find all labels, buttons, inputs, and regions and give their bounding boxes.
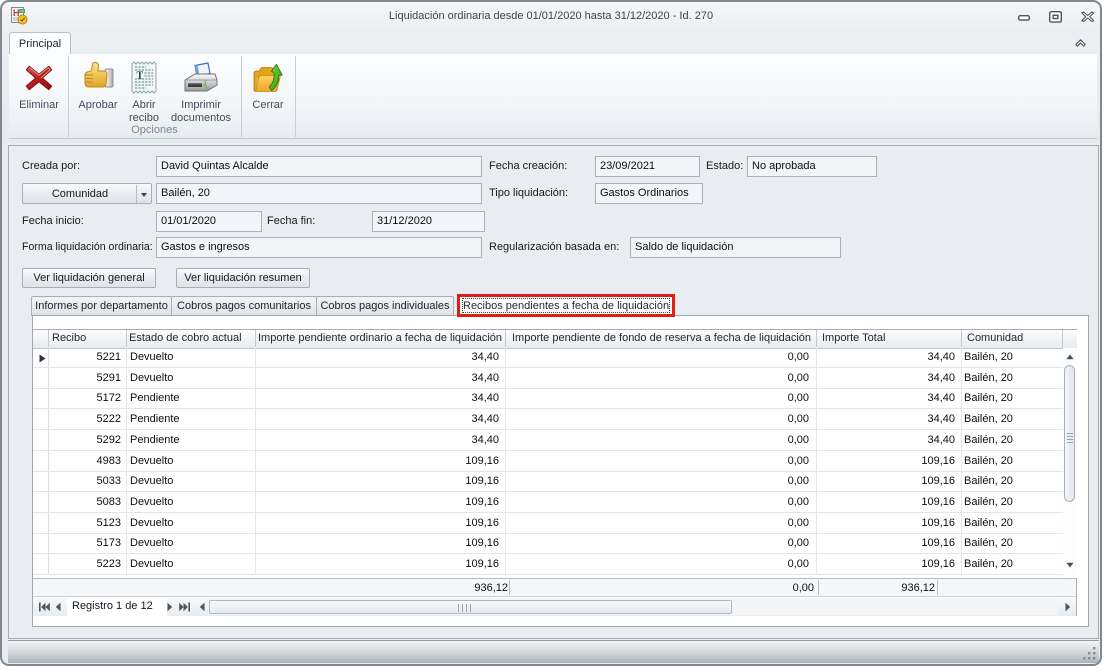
svg-text:T: T [137, 71, 144, 82]
